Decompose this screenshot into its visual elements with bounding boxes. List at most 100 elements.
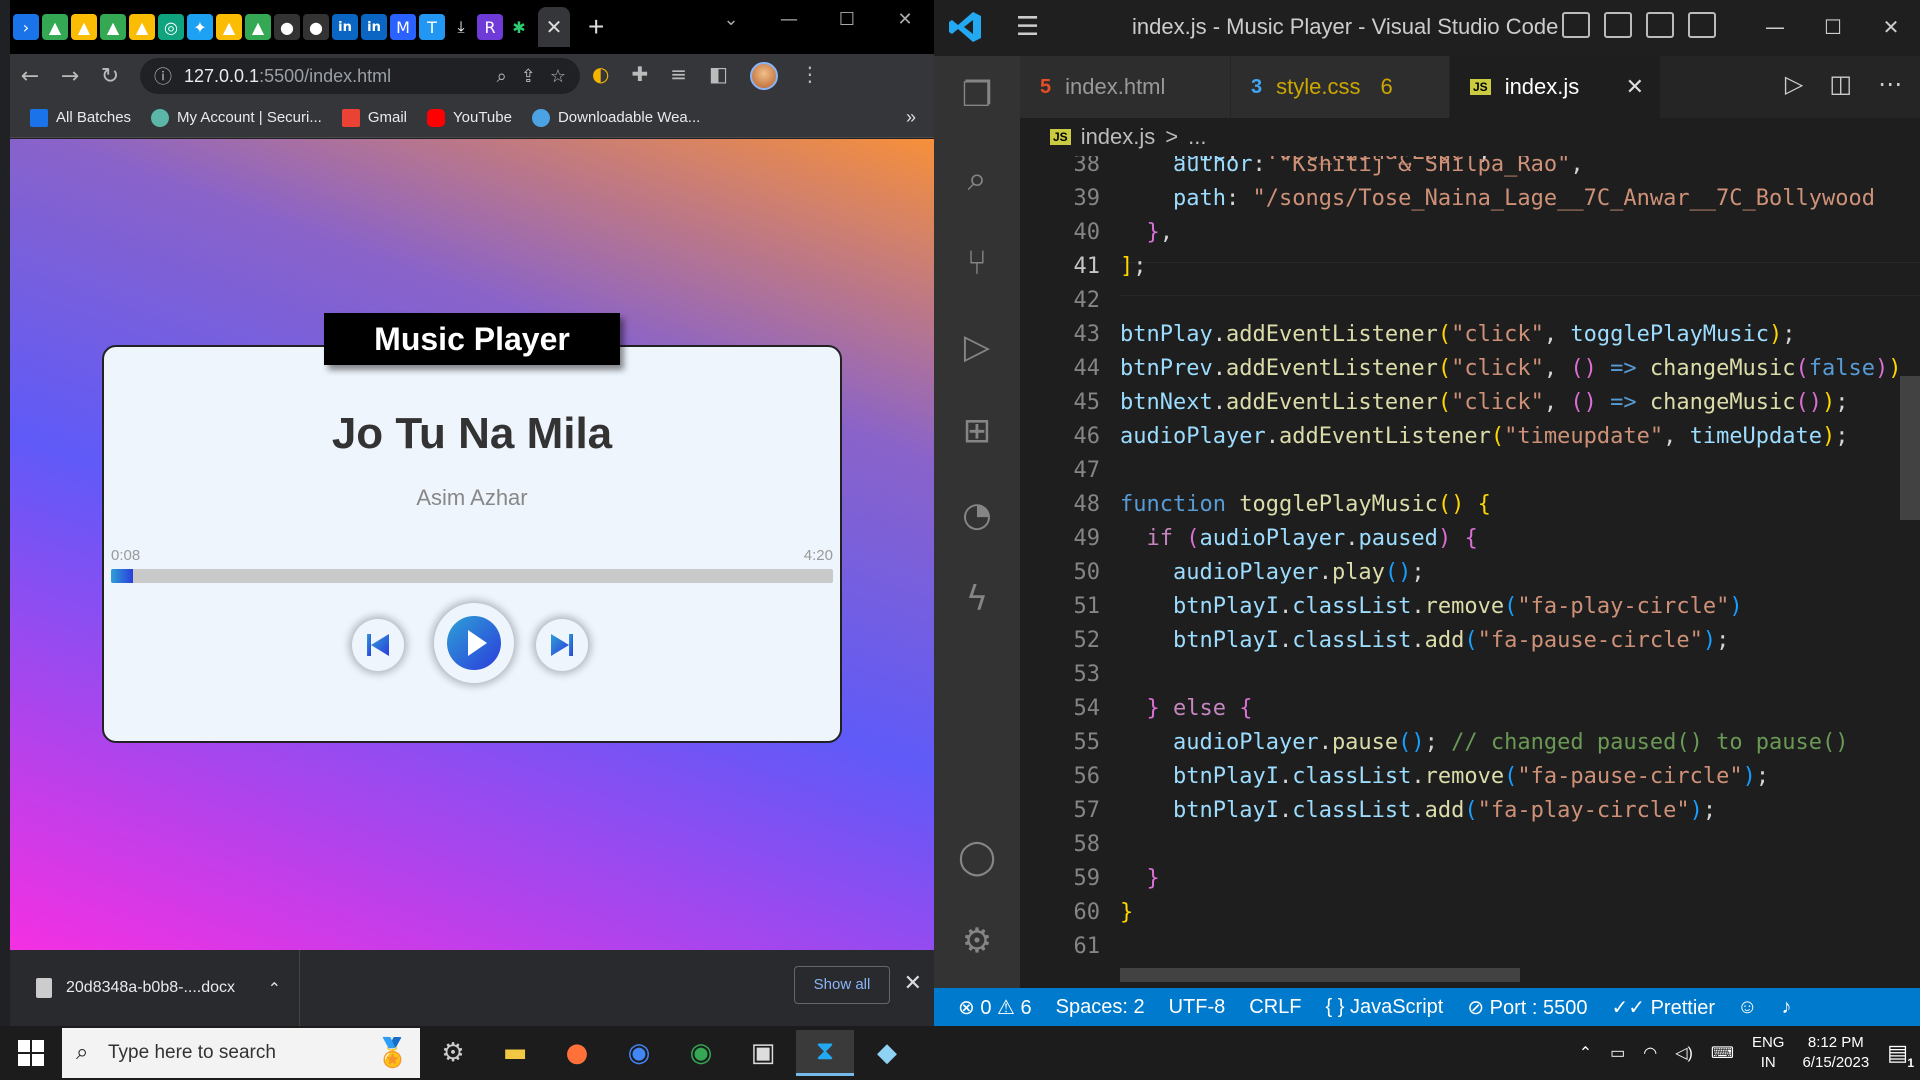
tab-search-chevron-icon[interactable]: ⌄ [702, 0, 760, 40]
more-bookmarks-chevron[interactable]: » [906, 107, 916, 128]
tab-favicon-twitter[interactable]: ✦ [187, 14, 213, 40]
taskbar-file-explorer-icon[interactable]: ▬ [486, 1030, 544, 1076]
play-button[interactable] [434, 603, 514, 683]
bookmark-star-icon[interactable]: ☆ [550, 66, 566, 87]
chrome-menu-icon[interactable]: ⋮ [800, 62, 820, 90]
toggle-primary-sidebar-icon[interactable] [1562, 12, 1590, 38]
close-download-shelf-icon[interactable]: ✕ [904, 970, 922, 996]
progress-bar[interactable] [111, 569, 833, 583]
show-hidden-icons-chevron[interactable]: ⌃ [1579, 1043, 1592, 1063]
taskbar-search-box[interactable]: ⌕ Type here to search 🏅 [62, 1028, 420, 1078]
minimize-icon[interactable]: — [1746, 0, 1804, 54]
extension-color-icon[interactable]: ◐ [592, 62, 609, 90]
tab-index-html[interactable]: 5 index.html [1020, 56, 1230, 118]
code-editor[interactable]: 3738394041424344454647484950515253545556… [1020, 156, 1920, 988]
tab-favicon-github[interactable]: ● [274, 14, 300, 40]
tab-favicon-github[interactable]: ● [303, 14, 329, 40]
source-control-icon[interactable]: ⑂ [954, 240, 1000, 286]
reload-icon[interactable]: ↻ [90, 64, 130, 89]
taskbar-app-icon[interactable]: ◆ [858, 1030, 916, 1076]
bookmark-all-batches[interactable]: All Batches [30, 108, 131, 127]
previous-button[interactable] [352, 619, 404, 671]
close-window-icon[interactable]: ✕ [1862, 0, 1920, 54]
customize-layout-icon[interactable] [1688, 12, 1716, 38]
hamburger-menu-icon[interactable]: ☰ [1016, 12, 1039, 42]
download-options-chevron-icon[interactable]: ⌃ [268, 979, 281, 998]
extensions-puzzle-icon[interactable]: ✚ [631, 62, 648, 90]
taskbar-terminal-icon[interactable]: ▣ [734, 1030, 792, 1076]
windows-start-icon[interactable] [18, 1040, 44, 1066]
address-bar[interactable]: ⓘ 127.0.0.1:5500/index.html ⌕ ⇪ ☆ [140, 58, 580, 94]
explorer-icon[interactable]: ❐ [954, 72, 1000, 118]
bookmark-my-account[interactable]: My Account | Securi... [151, 108, 322, 127]
search-icon[interactable]: ⌕ [954, 156, 1000, 202]
zoom-icon[interactable]: ⌕ [497, 66, 507, 87]
remote-explorer-icon[interactable]: ◔ [954, 492, 1000, 538]
volume-icon[interactable]: ◁) [1675, 1043, 1693, 1063]
maximize-icon[interactable]: ☐ [818, 0, 876, 40]
profile-avatar[interactable] [749, 62, 778, 90]
live-server-port[interactable]: ⊘ Port : 5500 [1467, 995, 1587, 1020]
tab-favicon-drive[interactable]: ▲ [71, 14, 97, 40]
notification-center-icon[interactable]: ▤ 1 [1887, 1040, 1914, 1070]
tab-favicon-r[interactable]: R [477, 14, 503, 40]
share-icon[interactable]: ⇪ [521, 66, 536, 87]
close-window-icon[interactable]: ✕ [876, 0, 934, 40]
encoding-status[interactable]: UTF-8 [1169, 996, 1226, 1019]
run-debug-icon[interactable]: ▷ [954, 324, 1000, 370]
new-tab-plus-icon[interactable]: + [588, 11, 604, 43]
active-tab-close-icon[interactable]: ✕ [538, 7, 570, 47]
notifications-bell-icon[interactable]: ♪ [1781, 996, 1791, 1019]
site-info-icon[interactable]: ⓘ [154, 63, 172, 89]
eol-status[interactable]: CRLF [1249, 996, 1301, 1019]
side-panel-icon[interactable]: ◧ [709, 62, 728, 90]
taskbar-chrome-icon[interactable]: ◉ [610, 1030, 668, 1076]
vertical-scrollbar[interactable] [1900, 376, 1920, 520]
split-editor-icon[interactable]: ◫ [1829, 70, 1852, 98]
show-all-button[interactable]: Show all [794, 966, 890, 1004]
bookmark-downloadable-weather[interactable]: Downloadable Wea... [531, 108, 700, 127]
close-tab-icon[interactable]: ✕ [1626, 75, 1644, 100]
breadcrumb-symbol[interactable]: ... [1188, 124, 1206, 150]
toggle-secondary-sidebar-icon[interactable] [1646, 12, 1674, 38]
more-actions-icon[interactable]: ⋯ [1878, 70, 1902, 98]
input-language[interactable]: ENG IN [1752, 1033, 1785, 1073]
tab-favicon-drive[interactable]: ▲ [129, 14, 155, 40]
taskbar-clock[interactable]: 8:12 PM 6/15/2023 [1802, 1033, 1869, 1073]
keyboard-icon[interactable]: ⌨ [1711, 1043, 1734, 1063]
battery-icon[interactable]: ▭ [1610, 1043, 1625, 1063]
tab-favicon-drive[interactable]: ▲ [42, 14, 68, 40]
thunder-client-icon[interactable]: ϟ [954, 576, 1000, 622]
tab-favicon-linkedin[interactable]: in [361, 14, 387, 40]
maximize-icon[interactable]: ☐ [1804, 0, 1862, 54]
back-arrow-icon[interactable]: ← [10, 64, 50, 89]
code-content[interactable]: name: "Tose_Naina_Lage", author: "Kshiti… [1120, 156, 1900, 988]
tab-favicon-drive[interactable]: ▲ [100, 14, 126, 40]
bookmark-youtube[interactable]: YouTube [427, 108, 512, 127]
toggle-panel-icon[interactable] [1604, 12, 1632, 38]
prettier-status[interactable]: ✓✓ Prettier [1612, 995, 1716, 1020]
forward-arrow-icon[interactable]: → [50, 64, 90, 89]
breadcrumb-file[interactable]: index.js [1081, 124, 1156, 150]
horizontal-scrollbar[interactable] [1120, 968, 1520, 982]
extensions-icon[interactable]: ⊞ [954, 408, 1000, 454]
tab-favicon-arrow[interactable]: › [13, 14, 39, 40]
minimize-icon[interactable]: — [760, 0, 818, 40]
taskbar-chrome-profile-icon[interactable]: ◉ [672, 1030, 730, 1076]
tab-favicon-leaf[interactable]: ✱ [506, 14, 532, 40]
download-item[interactable]: 20d8348a-b0b8-....docx ⌃ [10, 950, 300, 1026]
run-code-icon[interactable]: ▷ [1785, 70, 1803, 98]
indentation-status[interactable]: Spaces: 2 [1056, 996, 1145, 1019]
tab-favicon-chatgpt[interactable]: ◎ [158, 14, 184, 40]
tab-favicon-m[interactable]: M [390, 14, 416, 40]
media-controls-icon[interactable]: ≡ [670, 62, 687, 90]
settings-gear-icon[interactable]: ⚙ [954, 918, 1000, 964]
tab-favicon-drive[interactable]: ▲ [216, 14, 242, 40]
bookmark-gmail[interactable]: Gmail [341, 108, 407, 127]
tab-favicon-download[interactable]: ⤓ [448, 14, 474, 40]
tab-index-js[interactable]: JS index.js ✕ [1450, 56, 1660, 118]
problems-indicator[interactable]: ⊗ 0 ⚠ 6 [958, 995, 1032, 1020]
language-mode[interactable]: { } JavaScript [1325, 996, 1443, 1019]
tab-style-css[interactable]: 3 style.css 6 [1231, 56, 1449, 118]
taskbar-vscode-icon[interactable]: ⧗ [796, 1030, 854, 1076]
